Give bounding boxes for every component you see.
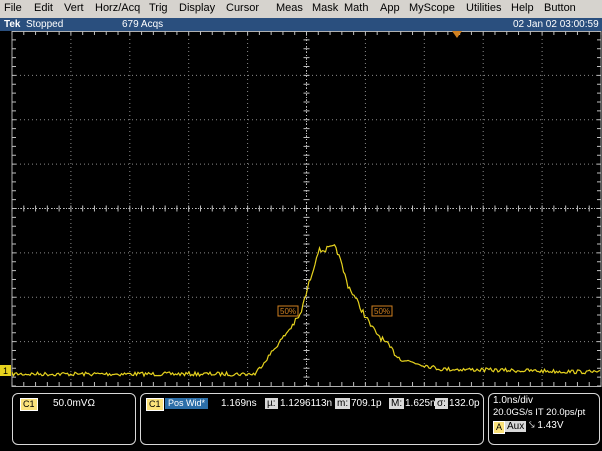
brand-label: Tek — [4, 19, 21, 30]
channel-badge: C1 — [20, 398, 38, 411]
menu-meas[interactable]: Meas — [276, 2, 303, 14]
sample-rate: 20.0GS/s IT 20.0ps/pt — [493, 407, 586, 418]
timebase: 1.0ns/div — [493, 395, 534, 406]
menu-app[interactable]: App — [380, 2, 400, 14]
acq-count: 679 Acqs — [122, 19, 164, 30]
menu-trig[interactable]: Trig — [149, 2, 168, 14]
min-value: 709.1p — [351, 398, 382, 409]
channel-panel[interactable]: C1 50.0mVΩ — [12, 393, 136, 445]
mean-label: µ: — [265, 398, 278, 409]
menu-math[interactable]: Math — [344, 2, 368, 14]
graticule: 1 50% 50% — [0, 30, 602, 387]
max-value: 1.625n — [405, 398, 436, 409]
acq-state: Stopped — [26, 19, 64, 30]
trigger-source: Aux — [505, 421, 527, 432]
channel-1-marker[interactable]: 1 — [0, 365, 11, 376]
menu-horzacq[interactable]: Horz/Acq — [95, 2, 140, 14]
trigger-position-marker[interactable] — [452, 31, 462, 38]
date-time: 02 Jan 02 03:00:59 — [513, 19, 599, 30]
max-label: M: — [389, 398, 405, 409]
timebase-panel[interactable]: 1.0ns/div 20.0GS/s IT 20.0ps/pt A Aux ⤥ … — [488, 393, 600, 445]
menu-utilities[interactable]: Utilities — [466, 2, 501, 14]
menu-vert[interactable]: Vert — [64, 2, 84, 14]
menu-button[interactable]: Button — [544, 2, 576, 14]
meas-cross-marker-left: 50% — [277, 305, 299, 317]
channel-scale: 50.0mVΩ — [53, 398, 95, 409]
meas-value: 1.169ns — [221, 398, 257, 409]
menu-help[interactable]: Help — [511, 2, 534, 14]
mean-value: 1.1296113n — [280, 398, 333, 409]
status-bar: Tek Stopped 679 Acqs 02 Jan 02 03:00:59 — [0, 18, 602, 31]
sigma-label: σ: — [435, 398, 448, 409]
svg-text:1: 1 — [3, 366, 8, 376]
meas-name: Pos Wid* — [165, 398, 209, 409]
menu-file[interactable]: File — [4, 2, 22, 14]
menu-edit[interactable]: Edit — [34, 2, 53, 14]
menu-display[interactable]: Display — [179, 2, 215, 14]
measurement-panel[interactable]: C1 Pos Wid* 1.169ns µ: 1.1296113n m: 709… — [140, 393, 484, 445]
trigger-badge: A — [493, 421, 506, 434]
sigma-value: 132.0p — [449, 398, 480, 409]
min-label: m: — [335, 398, 351, 409]
trigger-level: ⤥ 1.43V — [529, 420, 564, 431]
waveform-display[interactable]: 1 50% 50% — [0, 30, 602, 391]
meas-cross-marker-right: 50% — [371, 305, 393, 317]
menu-bar: File Edit Vert Horz/Acq Trig Display Cursor Mea… — [0, 0, 602, 19]
menu-myscope[interactable]: MyScope — [409, 2, 455, 14]
menu-cursor[interactable]: Cursor — [226, 2, 259, 14]
meas-channel-badge: C1 — [146, 398, 164, 411]
menu-mask[interactable]: Mask — [312, 2, 338, 14]
svg-text:50%: 50% — [374, 307, 390, 316]
svg-text:50%: 50% — [280, 307, 296, 316]
readout-area: C1 50.0mVΩ C1 Pos Wid* 1.169ns µ: 1.1296… — [0, 391, 602, 451]
